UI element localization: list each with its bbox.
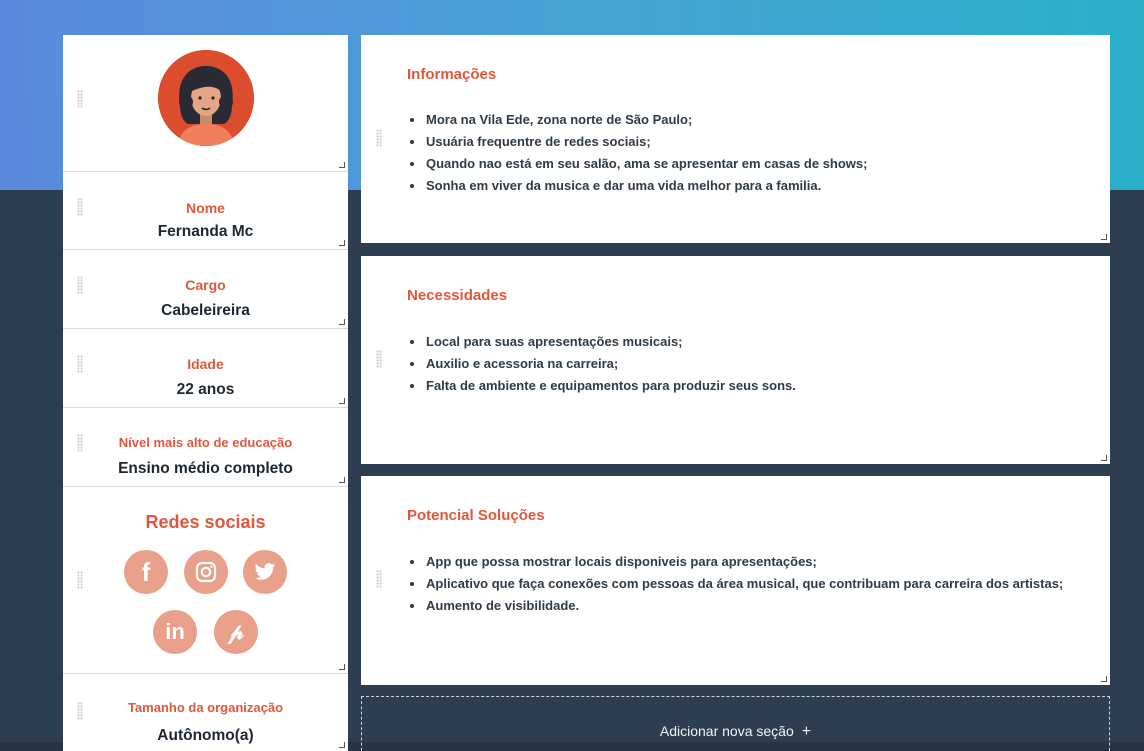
facebook-icon[interactable]: f [124, 550, 168, 594]
list-item: Auxilio e acessoria na carreira; [410, 353, 1086, 375]
drag-handle-icon[interactable] [376, 350, 382, 368]
role-label: Cargo [185, 277, 226, 293]
add-section-label: Adicionar nova seção [659, 723, 794, 739]
drag-handle-icon[interactable] [376, 129, 382, 147]
list-item: Aumento de visibilidade. [410, 595, 1086, 617]
age-label: Idade [187, 356, 224, 372]
list-item: App que possa mostrar locais disponiveis… [410, 551, 1086, 573]
section-potencial-solucoes[interactable]: Potencial Soluções App que possa mostrar… [361, 476, 1110, 685]
drag-handle-icon[interactable] [77, 90, 83, 108]
section-informacoes[interactable]: Informações Mora na Vila Ede, zona norte… [361, 35, 1110, 243]
resize-handle-icon[interactable] [339, 664, 345, 670]
twitter-icon[interactable] [243, 550, 287, 594]
education-value: Ensino médio completo [118, 460, 293, 477]
section-list: App que possa mostrar locais disponiveis… [410, 551, 1086, 617]
list-item: Aplicativo que faça conexões com pessoas… [410, 573, 1086, 595]
list-item: Sonha em viver da musica e dar uma vida … [410, 175, 1086, 197]
role-card[interactable]: Cargo Cabeleireira [63, 250, 348, 329]
add-new-section-button[interactable]: Adicionar nova seção + [361, 696, 1110, 751]
resize-handle-icon[interactable] [1101, 234, 1107, 240]
resize-handle-icon[interactable] [1101, 676, 1107, 682]
resize-handle-icon[interactable] [339, 398, 345, 404]
linkedin-icon[interactable]: in [153, 610, 197, 654]
social-networks-title: Redes sociais [145, 512, 266, 532]
drag-handle-icon[interactable] [376, 570, 382, 588]
section-title: Necessidades [407, 287, 508, 304]
plus-icon: + [801, 723, 812, 740]
persona-profile-column: Nome Fernanda Mc Cargo Cabeleireira Idad… [63, 35, 348, 751]
list-item: Falta de ambiente e equipamentos para pr… [410, 375, 1086, 397]
header-gradient-edge [0, 0, 62, 100]
resize-handle-icon[interactable] [339, 240, 345, 246]
name-label: Nome [186, 200, 225, 216]
organization-size-label: Tamanho da organização [127, 700, 284, 715]
section-list: Local para suas apresentações musicais; … [410, 331, 1086, 397]
list-item: Mora na Vila Ede, zona norte de São Paul… [410, 109, 1086, 131]
age-value: 22 anos [176, 381, 235, 398]
name-value: Fernanda Mc [157, 223, 254, 240]
drag-handle-icon[interactable] [77, 571, 83, 589]
list-item: Usuária frequentre de redes sociais; [410, 131, 1086, 153]
instagram-icon[interactable] [184, 550, 228, 594]
organization-size-card[interactable]: Tamanho da organização Autônomo(a) [63, 674, 348, 751]
pinterest-icon[interactable]: 𝓅 [214, 610, 258, 654]
avatar-card[interactable] [63, 35, 348, 172]
resize-handle-icon[interactable] [339, 319, 345, 325]
name-card[interactable]: Nome Fernanda Mc [63, 172, 348, 250]
list-item: Quando nao está em seu salão, ama se apr… [410, 153, 1086, 175]
list-item: Local para suas apresentações musicais; [410, 331, 1086, 353]
persona-avatar [158, 50, 254, 146]
section-list: Mora na Vila Ede, zona norte de São Paul… [410, 109, 1086, 197]
role-value: Cabeleireira [161, 302, 250, 319]
section-necessidades[interactable]: Necessidades Local para suas apresentaçõ… [361, 256, 1110, 464]
resize-handle-icon[interactable] [1101, 455, 1107, 461]
resize-handle-icon[interactable] [339, 477, 345, 483]
social-networks-card[interactable]: Redes sociais f in 𝓅 [63, 487, 348, 674]
education-card[interactable]: Nível mais alto de educação Ensino médio… [63, 408, 348, 487]
resize-handle-icon[interactable] [339, 742, 345, 748]
organization-size-value: Autônomo(a) [157, 727, 254, 744]
resize-handle-icon[interactable] [339, 162, 345, 168]
age-card[interactable]: Idade 22 anos [63, 329, 348, 408]
section-title: Potencial Soluções [407, 507, 545, 524]
education-label: Nível mais alto de educação [118, 435, 293, 450]
section-title: Informações [407, 66, 497, 83]
